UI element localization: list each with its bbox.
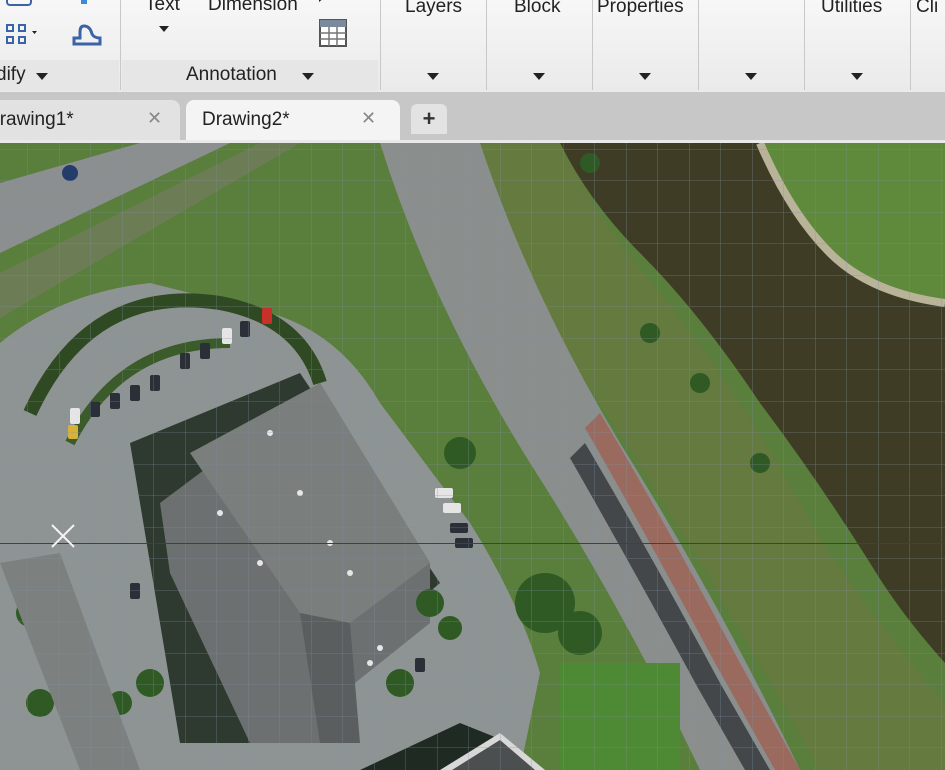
modify-panel-title[interactable]: dify: [0, 0, 118, 92]
drawing-grid: [0, 143, 945, 770]
annotation-panel-label: Annotation: [186, 64, 277, 85]
crosshair-horizontal: [0, 543, 945, 544]
ribbon: Text Dimension dify Annotation Layers Bl…: [0, 0, 945, 93]
properties-label: Properties: [597, 0, 684, 17]
layers-panel-button[interactable]: Layers: [381, 0, 485, 90]
chevron-down-icon: [851, 73, 863, 80]
chevron-right-icon: [319, 0, 324, 2]
text-button[interactable]: Text: [140, 0, 190, 36]
modify-panel-label: dify: [0, 64, 26, 85]
chevron-down-icon: [427, 73, 439, 80]
tab-label: Drawing2*: [202, 109, 290, 130]
tab-label: Drawing1*: [0, 109, 74, 130]
drawing-canvas[interactable]: [0, 143, 945, 770]
clipboard-panel-button[interactable]: Cli: [911, 0, 945, 90]
utilities-panel-button[interactable]: Utilities: [805, 0, 909, 90]
crosshair-cursor-icon: [51, 524, 75, 548]
layers-label: Layers: [405, 0, 463, 17]
chevron-down-icon: [745, 73, 757, 80]
clipboard-label: Cli: [916, 0, 939, 17]
groups-panel-button[interactable]: [699, 0, 803, 90]
block-label: Block: [514, 0, 561, 17]
utilities-label: Utilities: [821, 0, 883, 17]
annotation-panel-title[interactable]: Annotation: [122, 60, 378, 92]
chevron-down-icon: [302, 73, 314, 80]
close-icon[interactable]: ✕: [361, 108, 376, 129]
chevron-down-icon: [159, 26, 169, 32]
chevron-down-icon: [36, 73, 48, 80]
block-panel-button[interactable]: Block: [487, 0, 591, 90]
dimension-button-label: Dimension: [208, 0, 298, 15]
file-tab-bar: Drawing1* ✕ Drawing2* ✕: [0, 92, 945, 143]
chevron-down-icon: [533, 73, 545, 80]
tab-drawing1[interactable]: Drawing1* ✕: [0, 100, 180, 140]
close-icon[interactable]: ✕: [147, 108, 162, 129]
table-icon[interactable]: [318, 18, 348, 48]
new-tab-button[interactable]: +: [411, 104, 447, 134]
tab-drawing2[interactable]: Drawing2* ✕: [186, 100, 400, 140]
text-button-label: Text: [145, 0, 180, 15]
properties-panel-button[interactable]: Properties: [593, 0, 697, 90]
chevron-down-icon: [639, 73, 651, 80]
dimension-button[interactable]: Dimension: [205, 0, 325, 24]
